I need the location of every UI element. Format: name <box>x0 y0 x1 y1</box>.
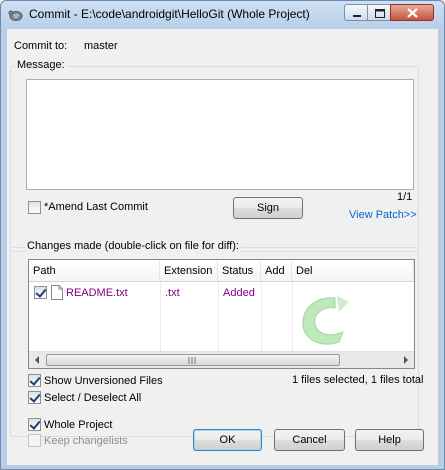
file-extension: .txt <box>165 287 180 299</box>
row-checkbox[interactable] <box>34 286 47 299</box>
scroll-left-icon[interactable] <box>29 352 46 368</box>
commit-dialog: Commit - E:\code\androidgit\HelloGit (Wh… <box>0 0 445 470</box>
select-all-label: Select / Deselect All <box>44 392 142 404</box>
branch-name: master <box>84 40 118 52</box>
message-counter: 1/1 <box>397 191 413 203</box>
file-icon <box>51 285 63 300</box>
help-button[interactable]: Help <box>355 429 424 451</box>
table-row[interactable]: README.txt .txt Added <box>29 284 414 302</box>
column-header-add[interactable]: Add <box>261 260 292 282</box>
column-header-path[interactable]: Path <box>29 260 160 282</box>
message-group-label: Message: <box>15 59 67 71</box>
cancel-button[interactable]: Cancel <box>274 429 345 451</box>
amend-last-commit-label: *Amend Last Commit <box>44 201 148 213</box>
changes-group-label: Changes made (double-click on file for d… <box>25 240 241 252</box>
column-header-extension[interactable]: Extension <box>160 260 218 282</box>
whole-project-checkbox[interactable] <box>28 418 41 431</box>
file-status: Added <box>223 287 255 299</box>
minimize-button[interactable] <box>344 4 368 21</box>
sign-button[interactable]: Sign <box>233 197 303 219</box>
horizontal-scrollbar[interactable] <box>29 351 414 368</box>
title-bar: Commit - E:\code\androidgit\HelloGit (Wh… <box>1 1 444 29</box>
file-path: README.txt <box>66 287 128 299</box>
whole-project-label: Whole Project <box>44 419 113 431</box>
view-patch-link[interactable]: View Patch>> <box>349 209 417 221</box>
close-button[interactable] <box>390 4 434 21</box>
select-all-checkbox[interactable] <box>28 391 41 404</box>
grip-icon <box>188 357 196 364</box>
scrollbar-thumb[interactable] <box>46 354 340 366</box>
show-unversioned-label: Show Unversioned Files <box>44 375 163 387</box>
show-unversioned-checkbox[interactable] <box>28 374 41 387</box>
message-textarea[interactable] <box>26 79 414 190</box>
close-icon <box>407 8 418 18</box>
amend-last-commit-checkbox[interactable] <box>28 201 41 214</box>
column-header-status[interactable]: Status <box>218 260 261 282</box>
changes-file-list[interactable]: Path Extension Status Add Del README.txt… <box>28 259 415 369</box>
column-header-del[interactable]: Del <box>292 260 414 282</box>
scroll-right-icon[interactable] <box>397 352 414 368</box>
files-summary: 1 files selected, 1 files total <box>292 374 424 386</box>
window-title: Commit - E:\code\androidgit\HelloGit (Wh… <box>29 7 310 21</box>
maximize-icon <box>375 9 385 18</box>
tortoise-app-icon <box>8 10 23 21</box>
ok-button[interactable]: OK <box>193 429 262 451</box>
dialog-client-area: Commit to: master Message: *Amend Last C… <box>7 29 438 465</box>
minimize-icon <box>353 15 361 17</box>
maximize-button[interactable] <box>367 4 391 21</box>
keep-changelists-label: Keep changelists <box>44 435 128 447</box>
keep-changelists-checkbox <box>28 434 41 447</box>
commit-to-label: Commit to: <box>14 40 68 52</box>
